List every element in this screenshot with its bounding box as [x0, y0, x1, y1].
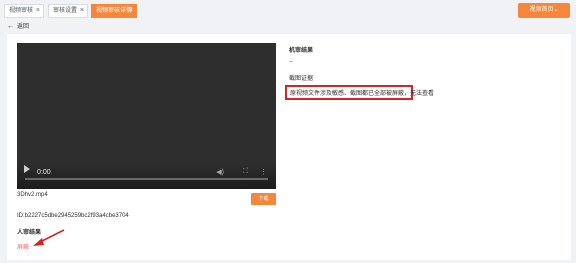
annotation-arrow-icon	[33, 229, 65, 246]
machine-review-title: 机审结果	[289, 48, 314, 54]
arrow-left-icon: ←	[7, 23, 14, 30]
close-icon[interactable]: ×	[36, 5, 40, 17]
player-time: 0:00	[37, 169, 51, 176]
back-link[interactable]: ← 返回	[7, 22, 29, 32]
tab-bar: 视频审核 × 审核设置 × 视频审核详情 × 视频首页⌄	[0, 0, 576, 23]
volume-icon[interactable]: ◀)	[216, 168, 224, 176]
screenshot-evidence-title: 截图证据	[289, 76, 314, 82]
back-label: 返回	[17, 24, 30, 30]
fullscreen-icon[interactable]: ⛶	[243, 168, 248, 176]
player-control-bar	[17, 163, 276, 189]
tab-label: 视频审核	[9, 8, 34, 14]
play-icon[interactable]	[24, 165, 30, 173]
tab-review-settings[interactable]: 审核设置 ×	[48, 4, 88, 18]
machine-review-result: --	[289, 59, 293, 65]
video-id: ID:b2227c5dbe2945259bc2f93a4cbe3704	[17, 213, 129, 219]
progress-bar[interactable]	[25, 178, 268, 180]
tab-label: 审核设置	[53, 8, 78, 14]
manual-review-result: 屏蔽	[17, 245, 30, 251]
screenshot-evidence-text: 原视频文件涉及敏感、截图都已全部被屏蔽，无法查看	[290, 91, 435, 97]
chevron-down-icon: ⌄	[553, 7, 559, 13]
video-home-dropdown-button[interactable]: 视频首页⌄	[518, 3, 570, 18]
more-options-icon[interactable]: ⋮	[260, 168, 267, 176]
close-icon[interactable]: ×	[129, 5, 133, 17]
close-icon[interactable]: ×	[80, 5, 84, 17]
tab-label: 视频审核详情	[96, 8, 133, 14]
video-player[interactable]: 0:00 ◀) ⛶ ⋮	[17, 43, 276, 189]
video-filename: 3Dhv2.mp4	[17, 192, 48, 198]
video-home-label: 视频首页	[529, 7, 554, 13]
tab-video-review-detail[interactable]: 视频审核详情 ×	[91, 4, 137, 18]
tab-video-review[interactable]: 视频审核 ×	[4, 4, 44, 18]
download-button[interactable]: 下载	[251, 193, 276, 205]
